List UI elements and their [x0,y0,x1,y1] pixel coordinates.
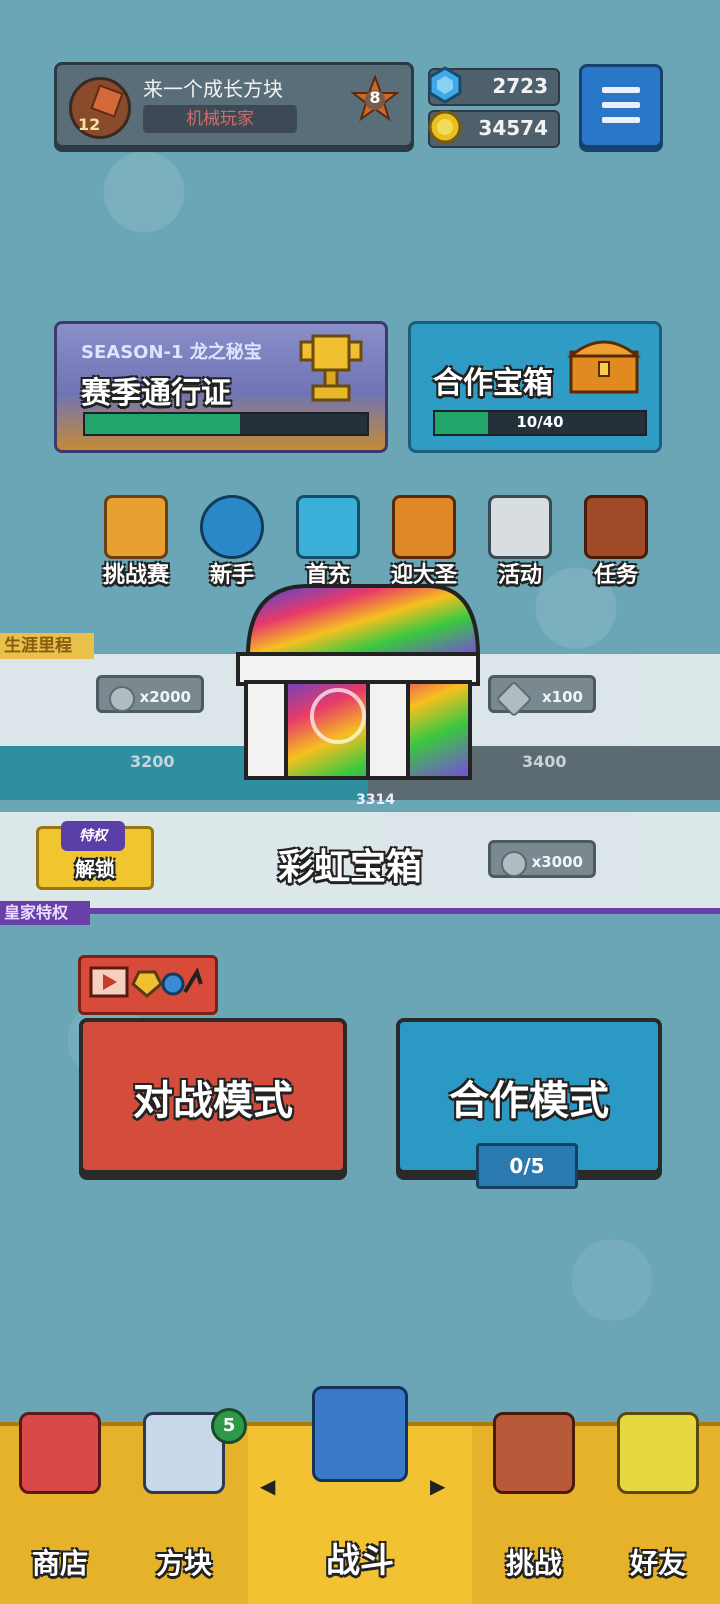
avatar-emblem-icon [90,84,124,118]
tab-shop[interactable]: 商店 [0,1412,120,1604]
gem-icon [495,680,533,718]
shop-icon [19,1412,101,1494]
shield-sword-icon [312,1386,408,1482]
royal-reward-amount: x3000 [531,853,583,871]
tab-blocks[interactable]: 方块 [120,1412,248,1604]
rainbow-chest-icon[interactable] [228,576,488,788]
royal-divider [0,908,720,914]
trophy-icon [299,334,363,402]
coop-chest-card[interactable]: 合作宝箱 10/40 [408,321,662,453]
book-icon [584,495,648,559]
player-level: 12 [78,115,101,134]
chest-icon [566,340,642,394]
season-progress-bar [83,412,369,436]
tab-shop-label: 商店 [31,1547,88,1580]
coin-icon [428,110,462,144]
event-activity[interactable]: 活动 [478,495,562,589]
profile-panel[interactable]: 12 来一个成长方块 机械玩家 8 [54,62,414,148]
event-newbie[interactable]: 新手 [190,495,274,589]
coop-progress-bar: 10/40 [433,410,647,436]
coins-value: 34574 [478,116,548,140]
rainbow-chest-name: 彩虹宝箱 [277,847,422,888]
video-reward-button[interactable] [78,955,218,1015]
player-name: 来一个成长方块 [143,77,283,101]
event-activity-label: 活动 [497,563,542,588]
event-first-charge[interactable]: 首充 [286,495,370,589]
hamburger-icon-bar [602,102,640,108]
coop-mode-label: 合作模式 [449,1078,609,1124]
event-challenge-label: 挑战赛 [102,563,169,588]
news-icon [488,495,552,559]
battle-mode-label: 对战模式 [133,1078,293,1124]
event-task[interactable]: 任务 [574,495,658,589]
bottom-nav: 商店 方块 战斗 挑战 好友 [0,1386,720,1604]
career-reward-gem-amount: x100 [542,688,583,706]
coin-icon [109,686,135,712]
coop-count: 0/5 [476,1143,578,1189]
track-tick-3400: 3400 [522,752,567,771]
career-tag: 生涯里程 [0,633,94,659]
royal-tag: 皇家特权 [0,901,90,925]
challenge-icon [104,495,168,559]
season-label: SEASON-1 龙之秘宝 [81,342,262,363]
tab-challenge-label: 挑战 [505,1547,562,1580]
rank-value: 8 [369,88,381,107]
avatar[interactable]: 12 [69,77,131,139]
royal-reward-coin[interactable]: x3000 [488,840,596,878]
stopwatch-icon [200,495,264,559]
event-task-label: 任务 [593,563,638,588]
menu-button[interactable] [579,64,663,148]
gem-icon [428,66,462,104]
challenge-board-icon [493,1412,575,1494]
tab-battle[interactable]: 战斗 [248,1386,472,1604]
battle-mode-button[interactable]: 对战模式 [79,1018,347,1174]
season-pass-card[interactable]: SEASON-1 龙之秘宝 赛季通行证 [54,321,388,453]
tab-challenge[interactable]: 挑战 [472,1412,596,1604]
tab-blocks-label: 方块 [155,1547,212,1580]
event-monkey-king[interactable]: 迎大圣 [382,495,466,589]
career-reward-coin-amount: x2000 [139,688,191,706]
privilege-badge: 特权 [61,821,125,851]
current-score: 3314 [356,792,395,808]
hamburger-icon-bar [602,117,640,123]
nav-right-arrow-icon[interactable]: ▶ [430,1474,445,1498]
gift-icon [296,495,360,559]
season-progress-fill [85,414,241,434]
monkey-king-icon [392,495,456,559]
coin-icon [501,851,527,877]
coop-progress-text: 10/40 [516,413,564,431]
career-reward-coin[interactable]: x2000 [96,675,204,713]
friend-icon [617,1412,699,1494]
gems-value: 2723 [492,74,548,98]
career-reward-gem[interactable]: x100 [488,675,596,718]
hamburger-icon [602,87,640,93]
blocks-notification-badge: 5 [211,1408,247,1444]
coins-counter[interactable]: 34574 [428,110,560,148]
coop-chest-title: 合作宝箱 [433,366,553,401]
tab-friends-label: 好友 [629,1547,686,1580]
nav-left-arrow-icon[interactable]: ◀ [260,1474,275,1498]
season-pass-title: 赛季通行证 [81,376,231,411]
unlock-label: 解锁 [75,857,115,881]
rank-badge[interactable]: 8 [351,75,399,131]
tab-battle-label: 战斗 [326,1541,394,1581]
event-challenge[interactable]: 挑战赛 [94,495,178,589]
tab-friends[interactable]: 好友 [596,1412,720,1604]
player-title: 机械玩家 [143,105,297,133]
gems-counter[interactable]: 2723 [428,66,560,106]
video-icon [89,966,203,998]
event-icon-row: 挑战赛 新手 首充 迎大圣 活动 任务 [94,495,664,588]
royal-unlock-button[interactable]: 特权 解锁 [36,821,154,890]
track-tick-3200: 3200 [130,752,175,771]
